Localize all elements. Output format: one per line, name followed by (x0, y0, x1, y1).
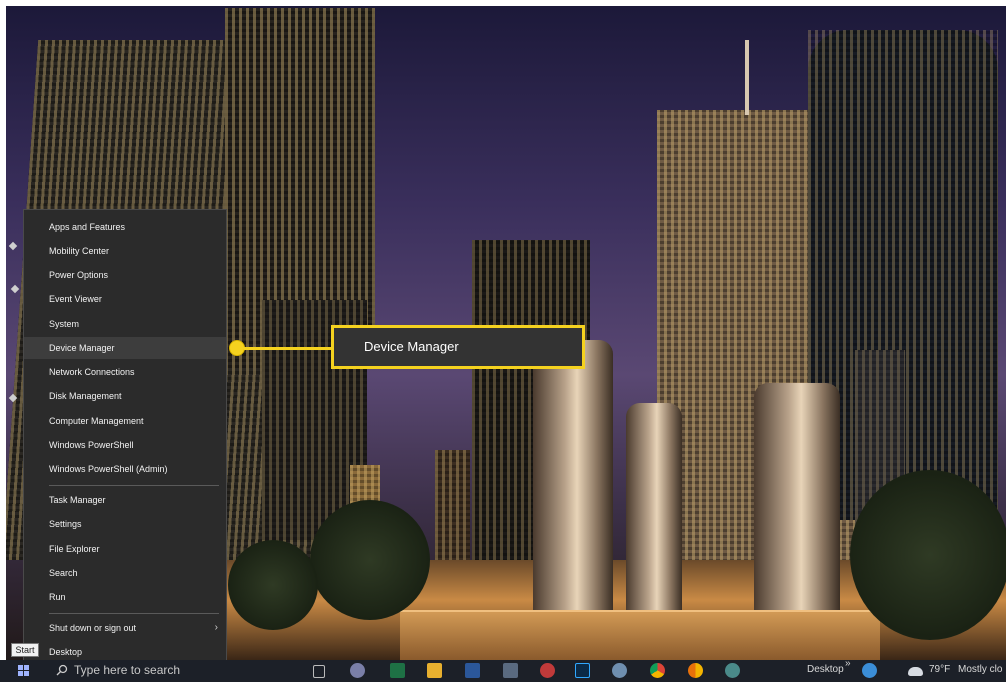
menu-item-label: Shut down or sign out (49, 623, 137, 633)
chrome-icon[interactable] (650, 663, 665, 678)
menu-item-system[interactable]: System (24, 313, 226, 335)
weather-temperature[interactable]: 79°F (929, 664, 950, 675)
chevron-right-icon: › (214, 622, 218, 633)
menu-item-mobility-center[interactable]: Mobility Center (24, 240, 226, 262)
building (745, 40, 749, 115)
search-icon (56, 664, 68, 676)
weather-cloud-icon[interactable] (908, 667, 923, 676)
winx-context-menu: Apps and Features Mobility Center Power … (23, 209, 227, 670)
weather-condition[interactable]: Mostly clo (958, 664, 1002, 675)
menu-item-task-manager[interactable]: Task Manager (24, 489, 226, 511)
word-icon[interactable] (465, 663, 480, 678)
menu-item-network-connections[interactable]: Network Connections (24, 361, 226, 383)
menu-item-windows-powershell-admin[interactable]: Windows PowerShell (Admin) (24, 458, 226, 480)
taskbar-search-input[interactable]: Type here to search (74, 663, 180, 677)
help-icon[interactable] (862, 663, 877, 678)
menu-item-power-options[interactable]: Power Options (24, 264, 226, 286)
callout-connector (244, 347, 332, 350)
menu-item-run[interactable]: Run (24, 586, 226, 608)
desktop-toolbar-label[interactable]: Desktop (807, 664, 844, 675)
menu-item-apps-and-features[interactable]: Apps and Features (24, 216, 226, 238)
app-icon[interactable] (725, 663, 740, 678)
menu-item-file-explorer[interactable]: File Explorer (24, 538, 226, 560)
menu-item-windows-powershell[interactable]: Windows PowerShell (24, 434, 226, 456)
tree (310, 500, 430, 620)
file-explorer-icon[interactable] (427, 663, 442, 678)
jump-app-icon[interactable] (540, 663, 555, 678)
toolbar-overflow-icon[interactable]: » (845, 658, 851, 669)
menu-item-search[interactable]: Search (24, 562, 226, 584)
fountain-cylinder (533, 340, 613, 620)
task-view-icon[interactable] (313, 665, 325, 678)
menu-item-device-manager[interactable]: Device Manager (24, 337, 226, 359)
fountain-cylinder (754, 383, 840, 613)
start-tooltip: Start (11, 643, 39, 657)
callout-label: Device Manager (331, 325, 585, 369)
fountain-base (400, 610, 880, 660)
menu-item-disk-management[interactable]: Disk Management (24, 385, 226, 407)
callout-dot (229, 340, 245, 356)
fountain-cylinder (626, 403, 682, 613)
tree (850, 470, 1006, 640)
mail-icon[interactable] (350, 663, 365, 678)
remote-desktop-icon[interactable] (503, 663, 518, 678)
menu-item-shut-down-or-sign-out[interactable]: Shut down or sign out › (24, 617, 226, 639)
excel-icon[interactable] (390, 663, 405, 678)
menu-item-event-viewer[interactable]: Event Viewer (24, 288, 226, 310)
menu-separator (49, 485, 219, 486)
start-button[interactable] (18, 665, 30, 677)
menu-item-settings[interactable]: Settings (24, 513, 226, 535)
building (435, 450, 470, 570)
menu-item-computer-management[interactable]: Computer Management (24, 410, 226, 432)
paint-icon[interactable] (612, 663, 627, 678)
tree (228, 540, 318, 630)
menu-separator (49, 613, 219, 614)
photoshop-icon[interactable] (575, 663, 590, 678)
chrome-canary-icon[interactable] (688, 663, 703, 678)
